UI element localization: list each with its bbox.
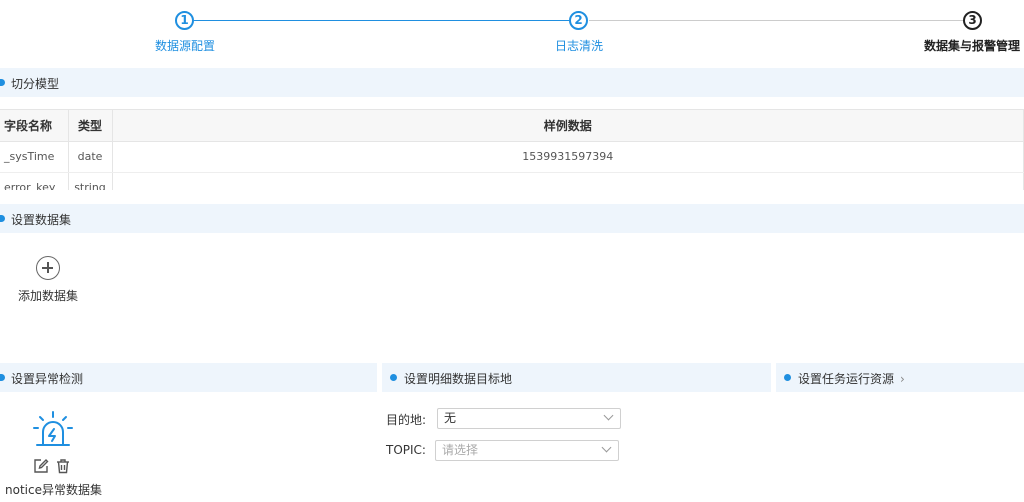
anomaly-item-label[interactable]: notice异常数据集	[5, 481, 102, 498]
column-header-sample: 样例数据	[112, 110, 1024, 142]
step-connector-1	[194, 20, 569, 21]
section-task-resource[interactable]: 设置任务运行资源 ›	[776, 363, 1024, 392]
step-3-circle[interactable]: 3	[963, 11, 982, 30]
cell-field-name: _sysTime	[0, 141, 69, 173]
table-header-row: 字段名称 类型 样例数据	[0, 110, 1024, 142]
section-dot	[390, 374, 397, 381]
section-detail-target: 设置明细数据目标地	[382, 363, 771, 392]
table-row: _sysTime date 1539931597394	[0, 141, 1024, 173]
section-split-model: 切分模型	[0, 68, 1024, 97]
destination-value: 无	[444, 411, 457, 425]
destination-select[interactable]: 无	[437, 408, 621, 429]
topic-label: TOPIC:	[386, 443, 426, 457]
step-connector-2	[589, 20, 963, 21]
cell-type: date	[68, 141, 113, 173]
chevron-down-icon	[601, 442, 612, 453]
cell-field-name: error_key	[0, 172, 69, 190]
cell-sample: 1539931597394	[112, 141, 1024, 173]
edit-icon[interactable]	[33, 458, 49, 474]
section-title-text: 设置任务运行资源	[798, 372, 895, 386]
steps-progress: 1 数据源配置 2 日志清洗 3 数据集与报警管理	[0, 0, 1024, 66]
cell-type: string	[68, 172, 113, 190]
topic-placeholder: 请选择	[442, 443, 479, 457]
alarm-icon	[33, 411, 73, 446]
field-table: 字段名称 类型 样例数据 _sysTime date 1539931597394…	[0, 109, 1024, 190]
step-2-circle[interactable]: 2	[569, 11, 588, 30]
add-dataset-label[interactable]: 添加数据集	[18, 287, 78, 304]
table-row: error_key string	[0, 172, 1024, 190]
step-1-label[interactable]: 数据源配置	[155, 37, 215, 54]
section-dot	[0, 79, 5, 86]
column-header-field-name: 字段名称	[0, 110, 69, 142]
step-2-label[interactable]: 日志清洗	[555, 37, 603, 54]
column-header-type: 类型	[68, 110, 113, 142]
section-title: 切分模型	[11, 77, 60, 91]
section-title: 设置明细数据目标地	[404, 372, 513, 386]
add-dataset-icon[interactable]	[36, 256, 60, 280]
chevron-right-icon: ›	[900, 372, 905, 386]
step-3-label[interactable]: 数据集与报警管理	[924, 37, 1020, 54]
destination-label: 目的地:	[386, 413, 427, 427]
section-title: 设置异常检测	[11, 372, 84, 386]
section-dot	[784, 374, 791, 381]
chevron-down-icon	[603, 410, 614, 421]
section-title: 设置数据集	[11, 213, 72, 227]
section-dot	[0, 374, 5, 381]
section-anomaly-detection: 设置异常检测	[0, 363, 377, 392]
section-dot	[0, 215, 5, 222]
section-dataset: 设置数据集	[0, 204, 1024, 233]
step-1-circle[interactable]: 1	[175, 11, 194, 30]
trash-icon[interactable]	[55, 458, 71, 474]
topic-select[interactable]: 请选择	[435, 440, 619, 461]
section-title: 设置任务运行资源 ›	[798, 370, 905, 387]
cell-sample	[112, 172, 1024, 190]
